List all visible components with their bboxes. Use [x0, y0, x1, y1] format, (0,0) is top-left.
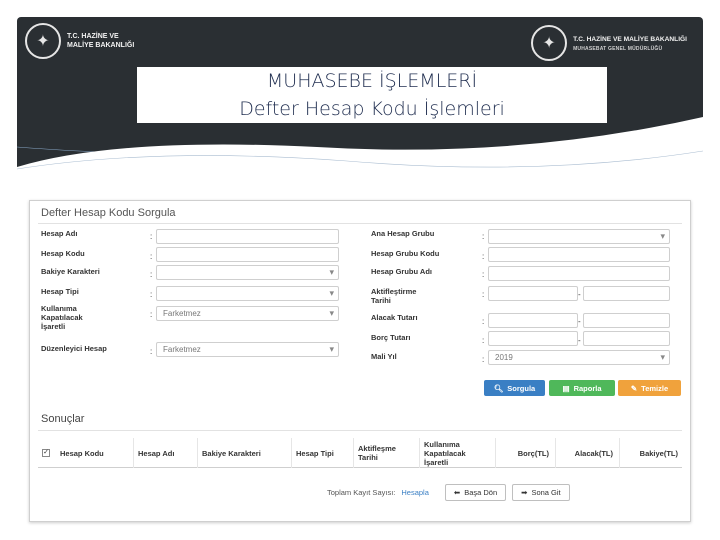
- mali-yil-select[interactable]: 2019: [488, 350, 670, 365]
- kullanima-kapatilacak-select[interactable]: Farketmez: [156, 306, 339, 321]
- colon: :: [482, 270, 485, 279]
- first-page-label: Başa Dön: [464, 488, 498, 497]
- last-page-label: Sona Git: [531, 488, 561, 497]
- banner-curve: [17, 117, 703, 175]
- hesap-tipi-select[interactable]: [156, 286, 339, 301]
- sorgula-label: Sorgula: [507, 383, 536, 393]
- results-footer: Toplam Kayıt Sayısı: Hesapla ⬅ Başa Dön …: [327, 484, 570, 501]
- ministry-logo-right: ✦ T.C. HAZİNE VE MALİYE BAKANLIĞI MUHASE…: [531, 25, 687, 61]
- borc-tutari-max-input[interactable]: [583, 331, 670, 346]
- header-banner: ✦ T.C. HAZİNE VE MALİYE BAKANLIĞI ✦ T.C.…: [17, 17, 703, 175]
- colon: :: [482, 290, 485, 299]
- label-aktiflestirme-tarihi: Aktifleştirme Tarihi: [371, 287, 417, 305]
- hesap-grubu-kodu-input[interactable]: [488, 247, 670, 262]
- ministry-logo-left: ✦ T.C. HAZİNE VE MALİYE BAKANLIĞI: [25, 23, 134, 59]
- document-icon: ▤: [562, 383, 570, 393]
- colon: :: [150, 347, 153, 356]
- range-dash: -: [578, 290, 581, 299]
- label-bakiye-karakteri: Bakiye Karakteri: [41, 267, 100, 276]
- colon: :: [150, 290, 153, 299]
- arrow-left-icon: ⬅: [453, 488, 461, 497]
- column-header[interactable]: Borç(TL): [496, 438, 556, 468]
- hesap-kodu-input[interactable]: [156, 247, 339, 262]
- colon: :: [482, 317, 485, 326]
- column-header[interactable]: Alacak(TL): [556, 438, 620, 468]
- label-hesap-tipi: Hesap Tipi: [41, 287, 79, 296]
- hesap-grubu-adi-input[interactable]: [488, 266, 670, 281]
- logo-right-subtitle: MUHASEBAT GENEL MÜDÜRLÜĞÜ: [573, 45, 663, 52]
- aktiflestirme-tarihi-start-input[interactable]: [488, 286, 578, 301]
- label-borc-tutari: Borç Tutarı: [371, 333, 411, 342]
- label-alacak-tutari: Alacak Tutarı: [371, 313, 418, 322]
- results-title: Sonuçlar: [41, 413, 85, 425]
- column-header[interactable]: Hesap Adı: [134, 438, 198, 468]
- divider: [38, 223, 682, 224]
- total-count-label: Toplam Kayıt Sayısı:: [327, 488, 396, 497]
- arrow-right-icon: ➡: [521, 488, 528, 497]
- ana-hesap-grubu-select[interactable]: [488, 229, 670, 244]
- title-box: MUHASEBE İŞLEMLERİ Defter Hesap Kodu İşl…: [137, 67, 607, 123]
- checkbox-icon[interactable]: ✓: [42, 449, 50, 457]
- seal-emblem-icon: ✦: [25, 23, 61, 59]
- logo-left-text: T.C. HAZİNE VE MALİYE BAKANLIĞI: [67, 33, 135, 49]
- label-duzenleyici-hesap: Düzenleyici Hesap: [41, 344, 107, 353]
- colon: :: [482, 336, 485, 345]
- query-panel: Defter Hesap Kodu Sorgula Hesap Adı : He…: [29, 200, 691, 522]
- borc-tutari-min-input[interactable]: [488, 331, 578, 346]
- slide: ✦ T.C. HAZİNE VE MALİYE BAKANLIĞI ✦ T.C.…: [0, 0, 720, 540]
- range-dash: -: [578, 317, 581, 326]
- sorgula-button[interactable]: 🔍︎ Sorgula: [484, 380, 545, 396]
- logo-right-text: T.C. HAZİNE VE MALİYE BAKANLIĞI: [573, 35, 687, 43]
- colon: :: [150, 310, 153, 319]
- hesapla-link[interactable]: Hesapla: [401, 488, 429, 497]
- label-ana-hesap-grubu: Ana Hesap Grubu: [371, 229, 435, 238]
- divider: [38, 430, 682, 431]
- column-header[interactable]: Kullanıma Kapatılacak İşaretli: [420, 438, 496, 468]
- aktiflestirme-tarihi-end-input[interactable]: [583, 286, 670, 301]
- colon: :: [482, 355, 485, 364]
- temizle-button[interactable]: ✎ Temizle: [618, 380, 681, 396]
- bakiye-karakteri-select[interactable]: [156, 265, 339, 280]
- alacak-tutari-min-input[interactable]: [488, 313, 578, 328]
- label-hesap-grubu-adi: Hesap Grubu Adı: [371, 267, 432, 276]
- label-kullanima-kapatilacak: Kullanıma Kapatılacak İşaretli: [41, 304, 83, 331]
- label-hesap-kodu: Hesap Kodu: [41, 249, 85, 258]
- column-header[interactable]: Hesap Tipi: [292, 438, 354, 468]
- temizle-label: Temizle: [641, 383, 669, 393]
- label-hesap-adi: Hesap Adı: [41, 229, 78, 238]
- range-dash: -: [578, 336, 581, 345]
- raporla-label: Raporla: [573, 383, 602, 393]
- colon: :: [482, 252, 485, 261]
- label-hesap-grubu-kodu: Hesap Grubu Kodu: [371, 249, 440, 258]
- eraser-icon: ✎: [630, 383, 638, 393]
- colon: :: [150, 252, 153, 261]
- colon: :: [150, 270, 153, 279]
- last-page-button[interactable]: ➡ Sona Git: [512, 484, 570, 501]
- colon: :: [150, 232, 153, 241]
- column-header[interactable]: Bakiye(TL): [620, 438, 682, 468]
- duzenleyici-hesap-select[interactable]: Farketmez: [156, 342, 339, 357]
- panel-title: Defter Hesap Kodu Sorgula: [41, 207, 176, 219]
- colon: :: [482, 232, 485, 241]
- label-mali-yil: Mali Yıl: [371, 352, 397, 361]
- column-header[interactable]: Aktifleşme Tarihi: [354, 438, 420, 468]
- seal-emblem-icon: ✦: [531, 25, 568, 61]
- first-page-button[interactable]: ⬅ Başa Dön: [444, 484, 507, 501]
- hesap-adi-input[interactable]: [156, 229, 339, 244]
- results-table-header: ✓ Hesap Kodu Hesap Adı Bakiye Karakteri …: [38, 438, 682, 468]
- alacak-tutari-max-input[interactable]: [583, 313, 670, 328]
- column-header[interactable]: Bakiye Karakteri: [198, 438, 292, 468]
- page-title: MUHASEBE İŞLEMLERİ: [266, 70, 478, 92]
- search-icon: 🔍︎: [493, 383, 504, 393]
- column-header[interactable]: Hesap Kodu: [56, 438, 134, 468]
- raporla-button[interactable]: ▤ Raporla: [549, 380, 615, 396]
